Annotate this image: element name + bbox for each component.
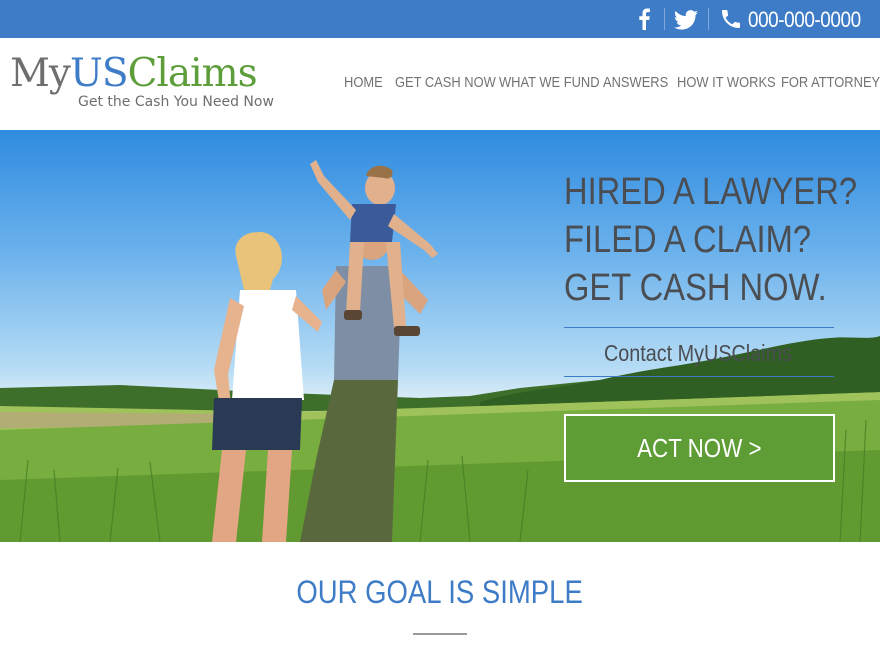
section-title: OUR GOAL IS SIMPLE [0,574,880,611]
logo-wordmark: MyUSClaims [10,54,300,94]
nav-item-get-cash-now[interactable]: GET CASH NOW [395,74,496,91]
divider [564,327,834,328]
logo-tagline: Get the Cash You Need Now [78,94,274,110]
nav-item-home[interactable]: HOME [344,74,383,91]
logo-part-claims: Claims [127,51,258,96]
phone-number[interactable]: 000-000-0000 [748,7,861,33]
divider [564,376,834,377]
hero-headline: HIRED A LAWYER? FILED A CLAIM? GET CASH … [564,168,864,312]
nav-item-what-we-fund[interactable]: WHAT WE FUND [499,74,600,91]
headline-line-1: HIRED A LAWYER? [564,171,858,213]
twitter-icon[interactable] [674,10,698,30]
site-logo[interactable]: MyUSClaims Get the Cash You Need Now [10,54,300,116]
divider [708,8,709,30]
logo-part-us: US [69,51,129,96]
nav-item-for-attorneys[interactable]: FOR ATTORNEYS [781,74,880,91]
phone-icon [722,10,740,28]
headline-line-3: GET CASH NOW. [564,267,827,309]
nav-item-how-it-works[interactable]: HOW IT WORKS [677,74,776,91]
top-contact-bar: 000-000-0000 [0,0,880,38]
section-title-text: OUR GOAL IS SIMPLE [296,574,584,610]
nav-item-answers[interactable]: ANSWERS [603,74,668,91]
divider [664,8,665,30]
facebook-icon[interactable] [636,8,652,30]
contact-label: Contact MyUSClaims [604,340,792,366]
hero-banner: HIRED A LAWYER? FILED A CLAIM? GET CASH … [0,130,880,542]
headline-line-2: FILED A CLAIM? [564,219,812,261]
section-divider [413,633,467,635]
goal-section: OUR GOAL IS SIMPLE [0,542,880,660]
act-now-label: ACT NOW > [637,432,762,463]
site-header: MyUSClaims Get the Cash You Need Now HOM… [0,38,880,130]
logo-part-my: My [10,51,71,96]
act-now-button[interactable]: ACT NOW > [564,414,835,482]
